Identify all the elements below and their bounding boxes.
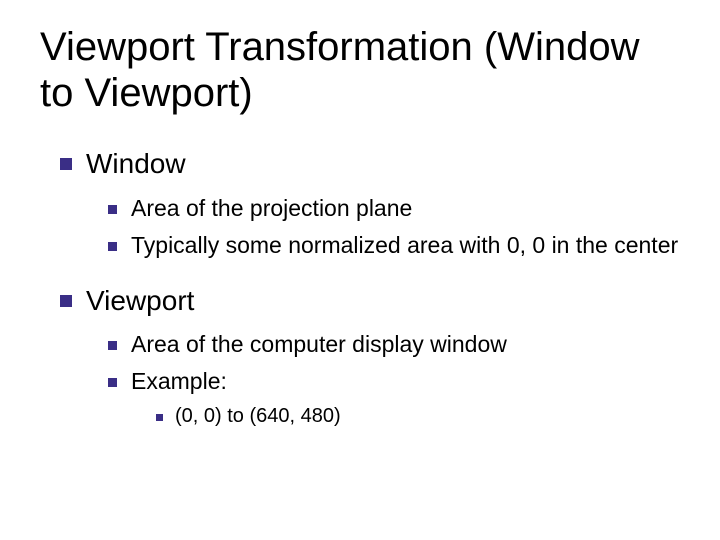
- list-item: Example:: [108, 366, 680, 397]
- list-item-label: Typically some normalized area with 0, 0…: [131, 230, 678, 261]
- square-bullet-icon: [108, 242, 117, 251]
- square-bullet-icon: [108, 378, 117, 387]
- square-bullet-icon: [108, 205, 117, 214]
- list-item-label: Window: [86, 144, 186, 185]
- list-item: Area of the projection plane: [108, 193, 680, 224]
- slide: Viewport Transformation (Window to Viewp…: [0, 0, 720, 540]
- list-item: Area of the computer display window: [108, 329, 680, 360]
- square-bullet-icon: [60, 295, 72, 307]
- list-item-label: Area of the computer display window: [131, 329, 507, 360]
- list-item: Typically some normalized area with 0, 0…: [108, 230, 680, 261]
- slide-title: Viewport Transformation (Window to Viewp…: [40, 24, 680, 116]
- square-bullet-icon: [156, 414, 163, 421]
- list-item: (0, 0) to (640, 480): [156, 403, 680, 430]
- list-item-label: Viewport: [86, 281, 194, 322]
- square-bullet-icon: [108, 341, 117, 350]
- list-item-label: (0, 0) to (640, 480): [175, 403, 341, 430]
- list-item-label: Example:: [131, 366, 227, 397]
- list-item: Viewport: [60, 281, 680, 322]
- square-bullet-icon: [60, 158, 72, 170]
- list-item: Window: [60, 144, 680, 185]
- list-item-label: Area of the projection plane: [131, 193, 412, 224]
